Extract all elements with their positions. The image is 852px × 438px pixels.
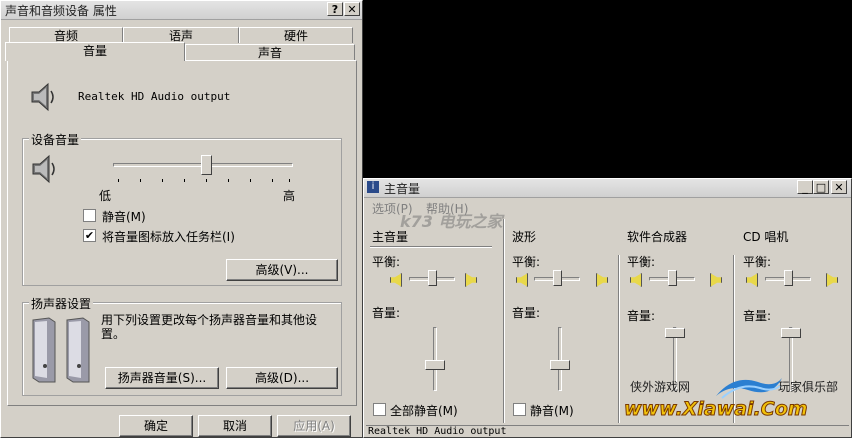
balance-left-speaker-icon <box>630 273 642 287</box>
balance-label: 平衡: <box>743 255 772 269</box>
status-text: Realtek HD Audio output <box>368 426 507 437</box>
mute-checkbox[interactable] <box>513 403 526 416</box>
balance-right-speaker-icon <box>826 273 838 287</box>
tab-volume[interactable]: 音量 <box>5 42 185 61</box>
volume-low-label: 低 <box>99 189 112 203</box>
k73-watermark: k73 电玩之家 <box>400 212 503 231</box>
balance-slider-thumb[interactable] <box>667 270 677 286</box>
device-advanced-button[interactable]: 高级(V)... <box>226 259 338 281</box>
window-title: 声音和音频设备 属性 <box>5 4 117 18</box>
tab-hardware[interactable]: 硬件 <box>239 27 353 43</box>
tray-icon-label[interactable]: 将音量图标放入任务栏(I) <box>102 228 235 245</box>
volume-label: 音量: <box>627 309 656 323</box>
minimize-button[interactable]: _ <box>797 180 813 194</box>
channel-separator <box>503 219 505 423</box>
close-button[interactable]: ✕ <box>344 2 360 16</box>
speakers-icon <box>32 317 90 383</box>
balance-left-speaker-icon <box>516 273 528 287</box>
mute-all-label[interactable]: 全部静音(M) <box>390 402 458 419</box>
balance-right-speaker-icon <box>710 273 722 287</box>
speaker-settings-group: 扬声器设置 用下列设置更改每个扬声器音量和其他设置。 扬声器音量(S)... 高… <box>22 295 342 396</box>
volume-slider-thumb[interactable] <box>665 328 685 339</box>
balance-label: 平衡: <box>512 255 541 269</box>
mute-label[interactable]: 静音(M) <box>530 402 574 419</box>
xiawai-url: www.Xiawai.Com <box>624 398 809 421</box>
device-name-label: Realtek HD Audio output <box>78 90 231 103</box>
mixer-titlebar[interactable]: i 主音量 _ □ ✕ <box>364 179 851 198</box>
balance-left-speaker-icon <box>746 273 758 287</box>
channel-name: 软件合成器 <box>627 230 688 244</box>
sound-properties-window: 声音和音频设备 属性 ? ✕ 音频 语声 硬件 音量 声音 Realtek HD… <box>0 0 363 438</box>
channel-separator <box>618 255 620 423</box>
maximize-button[interactable]: □ <box>813 180 829 194</box>
device-volume-slider-thumb[interactable] <box>201 155 213 175</box>
mixer-app-icon: i <box>367 181 379 193</box>
mute-label[interactable]: 静音(M) <box>102 208 146 225</box>
balance-slider-thumb[interactable] <box>427 270 437 286</box>
xiawai-club-text: 玩家俱乐部 <box>778 380 839 394</box>
balance-slider-thumb[interactable] <box>783 270 793 286</box>
device-volume-group: 设备音量 低 高 静音(M) ✔ 将音量图标放入任务栏(I) 高级(V)... <box>22 131 342 286</box>
balance-label: 平衡: <box>372 255 401 269</box>
apply-button[interactable]: 应用(A) <box>277 415 351 437</box>
volume-slider-track[interactable] <box>433 327 437 391</box>
balance-right-speaker-icon <box>596 273 608 287</box>
balance-label: 平衡: <box>627 255 656 269</box>
volume-slider-thumb[interactable] <box>781 328 801 339</box>
channel-name: 波形 <box>512 230 537 244</box>
balance-left-speaker-icon <box>390 273 402 287</box>
xiawai-watermark: 侠外游戏网 玩家俱乐部 www.Xiawai.Com <box>624 372 852 438</box>
mute-all-checkbox[interactable] <box>373 403 386 416</box>
speaker-icon <box>31 82 54 112</box>
speaker-volume-icon <box>32 154 55 184</box>
speaker-settings-description: 用下列设置更改每个扬声器音量和其他设置。 <box>101 313 318 341</box>
speaker-advanced-button[interactable]: 高级(D)... <box>226 367 338 389</box>
volume-tab-panel: Realtek HD Audio output 设备音量 低 高 静音(M) ✔… <box>7 60 357 406</box>
xiawai-cn-text: 侠外游戏网 <box>630 380 691 394</box>
tab-voice[interactable]: 语声 <box>123 27 239 43</box>
volume-label: 音量: <box>743 309 772 323</box>
volume-slider-thumb[interactable] <box>550 360 570 371</box>
help-button[interactable]: ? <box>327 2 343 16</box>
volume-label: 音量: <box>372 306 401 320</box>
properties-titlebar[interactable]: 声音和音频设备 属性 ? ✕ <box>1 1 362 20</box>
tray-icon-checkbox[interactable]: ✔ <box>83 229 96 242</box>
volume-slider-track[interactable] <box>558 327 562 391</box>
cancel-button[interactable]: 取消 <box>198 415 272 437</box>
channel-name: CD 唱机 <box>743 230 789 244</box>
volume-slider-thumb[interactable] <box>425 360 445 371</box>
mute-checkbox[interactable] <box>83 209 96 222</box>
balance-slider-thumb[interactable] <box>552 270 562 286</box>
mixer-close-button[interactable]: ✕ <box>831 180 847 194</box>
tab-sounds[interactable]: 声音 <box>185 44 355 60</box>
device-volume-label: 设备音量 <box>29 131 82 148</box>
tab-audio[interactable]: 音频 <box>9 27 123 43</box>
channel-name-underline <box>370 246 492 248</box>
volume-label: 音量: <box>512 306 541 320</box>
ok-button[interactable]: 确定 <box>119 415 193 437</box>
mixer-title: 主音量 <box>384 182 421 196</box>
speaker-volume-button[interactable]: 扬声器音量(S)... <box>105 367 219 389</box>
volume-high-label: 高 <box>283 189 296 203</box>
speaker-settings-label: 扬声器设置 <box>29 295 94 312</box>
balance-right-speaker-icon <box>465 273 477 287</box>
